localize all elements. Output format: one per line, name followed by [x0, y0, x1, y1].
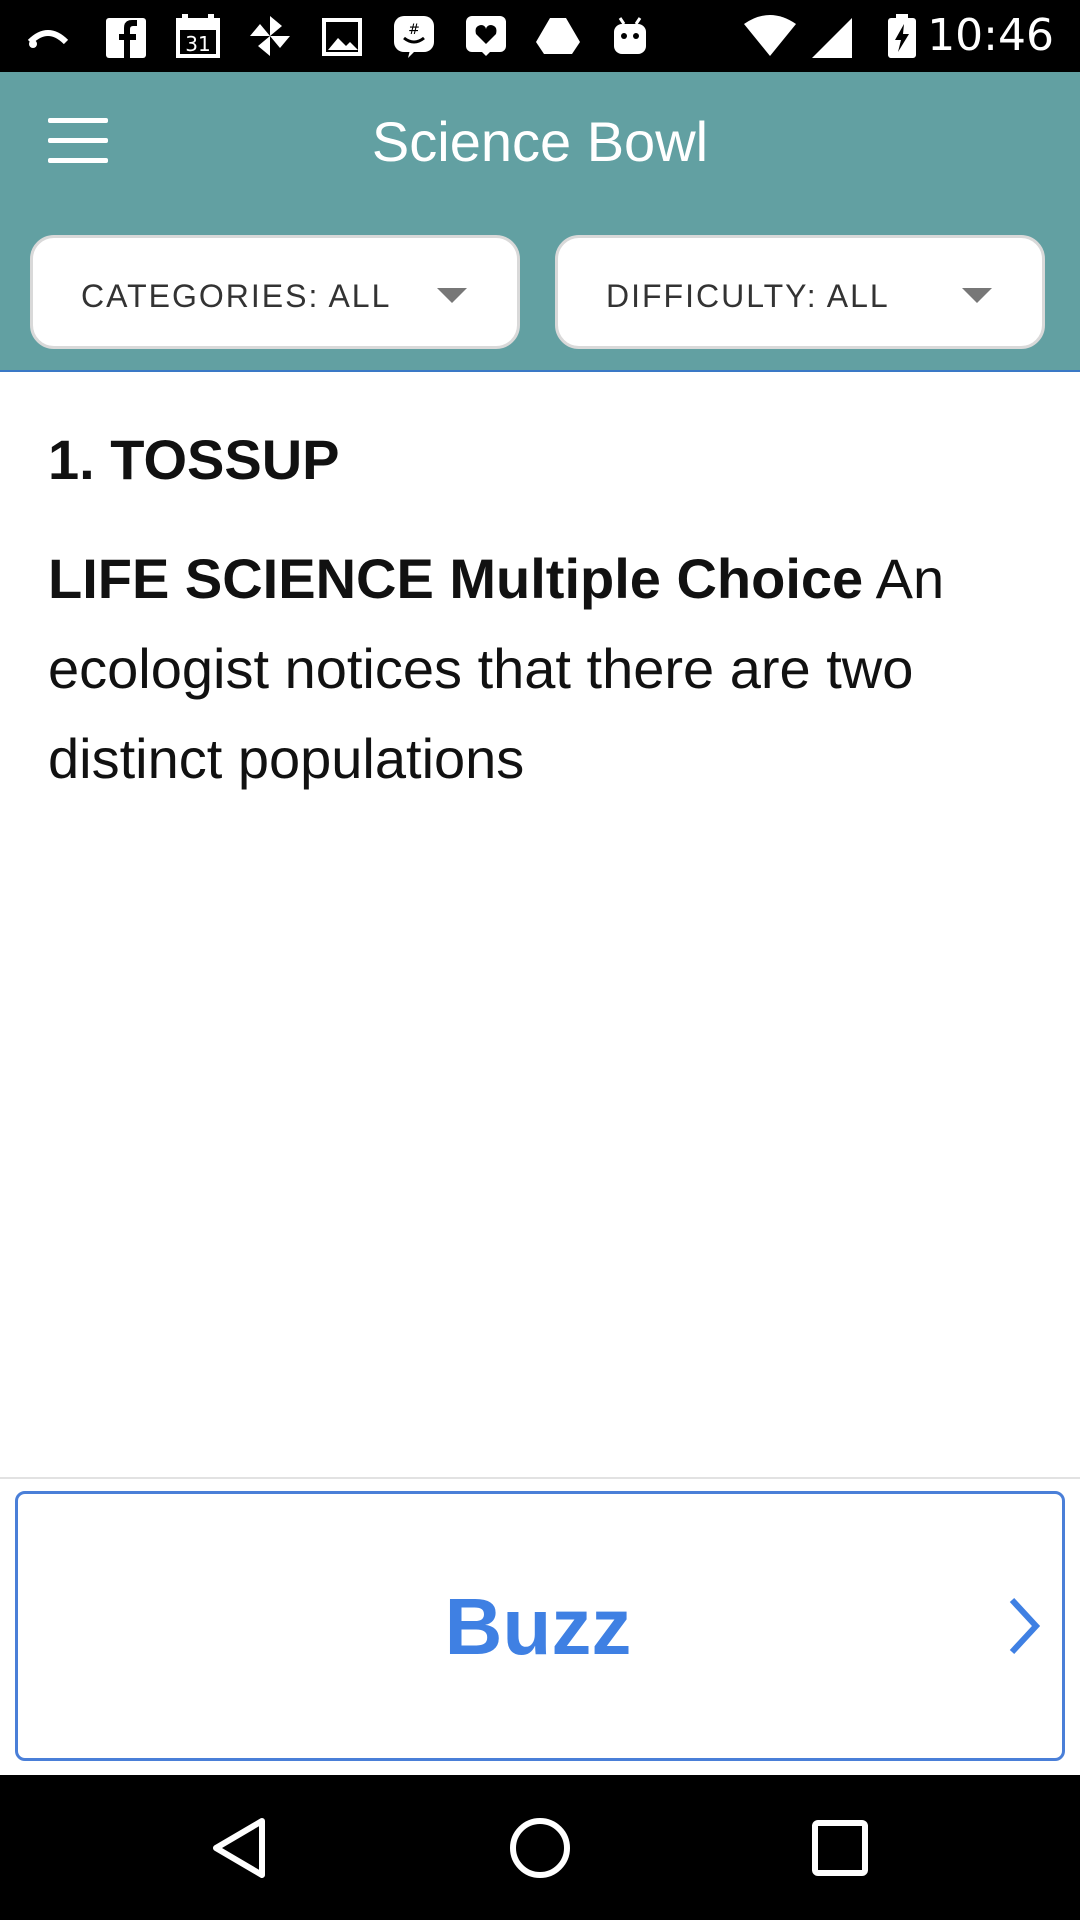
app-bar: Science Bowl CATEGORIES: ALL DIFFICULTY:… — [0, 72, 1080, 372]
svg-text:31: 31 — [185, 32, 210, 56]
svg-text:#: # — [408, 22, 420, 38]
drive-icon — [536, 18, 580, 54]
dropdown-arrow-icon — [962, 288, 992, 303]
home-icon[interactable] — [505, 1813, 575, 1883]
divider — [0, 1477, 1080, 1479]
categories-dropdown-label: CATEGORIES: ALL — [81, 278, 392, 314]
signal-icon — [812, 18, 852, 58]
chevron-right-icon[interactable] — [1006, 1596, 1040, 1656]
question-category: LIFE SCIENCE Multiple Choice — [48, 547, 864, 610]
difficulty-dropdown-label: DIFFICULTY: ALL — [606, 278, 890, 314]
photos-icon — [322, 18, 362, 56]
pinwheel-icon — [250, 16, 290, 56]
heart-message-icon — [466, 16, 506, 56]
difficulty-dropdown[interactable]: DIFFICULTY: ALL — [555, 235, 1045, 349]
wifi-icon — [744, 15, 796, 56]
question-number: 1. TOSSUP — [48, 428, 340, 491]
question-text: LIFE SCIENCE Multiple Choice An ecologis… — [48, 534, 1028, 804]
back-icon[interactable] — [206, 1813, 276, 1883]
battery-charging-icon — [888, 14, 916, 58]
calendar-icon: 31 — [176, 14, 220, 58]
status-bar: 31 # 10:46 — [0, 0, 1080, 72]
facebook-icon — [106, 18, 146, 58]
groupme-icon: # — [394, 16, 434, 58]
buzz-label: Buzz — [444, 1582, 632, 1671]
android-icon — [614, 17, 646, 54]
categories-dropdown[interactable]: CATEGORIES: ALL — [30, 235, 520, 349]
navigation-bar — [0, 1775, 1080, 1920]
buzz-button[interactable]: Buzz — [15, 1491, 1065, 1761]
clock: 10:46 — [927, 10, 1054, 61]
dropdown-arrow-icon — [437, 288, 467, 303]
app-title: Science Bowl — [371, 110, 709, 173]
cast-icon — [27, 30, 69, 48]
question-card: 1. TOSSUP LIFE SCIENCE Multiple Choice A… — [48, 420, 1028, 804]
recents-icon[interactable] — [805, 1813, 875, 1883]
